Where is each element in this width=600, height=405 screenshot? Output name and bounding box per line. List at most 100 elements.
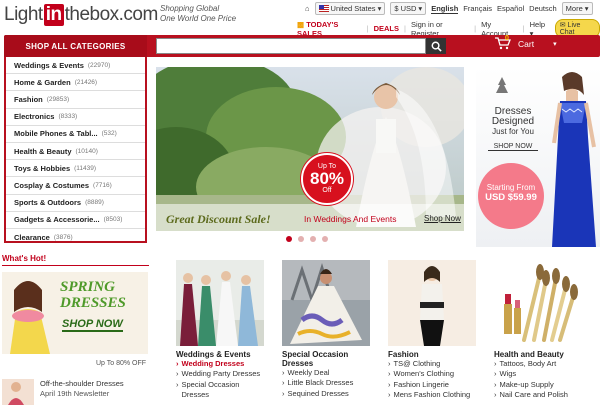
cart-button[interactable]: 0 Cart ▾ — [495, 35, 557, 51]
column-link[interactable]: › Women's Clothing — [388, 369, 476, 379]
bullet: › — [388, 379, 391, 389]
column-link-label: Weekly Deal — [287, 368, 330, 377]
category-item[interactable]: Gadgets & Accessorie... (8503) — [6, 212, 145, 229]
column-title[interactable]: Health and Beauty — [494, 350, 582, 359]
column-title[interactable]: Special Occasion Dresses — [282, 350, 370, 368]
designer-shop-now-link[interactable]: SHOP NOW — [488, 143, 538, 151]
country-select[interactable]: United States ▾ — [314, 2, 386, 15]
column-link-label: Wigs — [499, 369, 517, 379]
category-name: Gadgets & Accessorie... — [14, 215, 100, 225]
column-link[interactable]: › Weekly Deal — [282, 368, 370, 378]
category-menu: Weddings & Events (22970) Home & Garden (21… — [4, 57, 147, 243]
chevron-down-icon: ▾ — [584, 4, 589, 13]
logo-text-light: Light — [4, 4, 43, 25]
category-name: Toys & Hobbies — [14, 163, 71, 173]
price-badge: Starting From USD $59.99 — [478, 163, 544, 229]
tagline-one-world: One World One Price — [160, 14, 237, 23]
banner-headline: Great Discount Sale! — [166, 212, 271, 226]
category-item[interactable]: Fashion (29853) — [6, 91, 145, 109]
column-link-label: Tattoos, Body Art — [499, 359, 557, 368]
column-link[interactable]: › Wedding Party Dresses — [176, 369, 264, 379]
bullet: › — [388, 390, 391, 400]
promo-shop-now[interactable]: SHOP NOW — [62, 318, 123, 332]
category-name: Clearance — [14, 232, 50, 242]
currency-select[interactable]: $ USD ▾ — [390, 2, 427, 15]
lang-deutsch[interactable]: Deutsch — [529, 4, 557, 13]
shop-all-categories-button[interactable]: SHOP ALL CATEGORIES — [4, 35, 147, 57]
column-link-label: Little Black Dresses — [287, 378, 354, 388]
cart-label: Cart — [518, 39, 535, 49]
column-link[interactable]: › Fashion Lingerie — [388, 380, 476, 390]
column-link[interactable]: › Nail Care and Polish — [494, 390, 582, 400]
category-item[interactable]: Home & Garden (21426) — [6, 74, 145, 92]
bridesmaids-photo[interactable] — [176, 260, 264, 346]
gift-icon: ▩ — [297, 19, 305, 29]
spring-dresses-promo[interactable]: SPRING DRESSES SHOP NOW — [2, 272, 148, 354]
column-link[interactable]: › Tattoos, Body Art — [494, 359, 582, 369]
bullet: › — [176, 379, 179, 389]
column-link-label: TS@ Clothing — [393, 359, 441, 368]
category-name: Health & Beauty — [14, 146, 72, 156]
column-link[interactable]: › Mens Fashion Clothing — [388, 390, 476, 400]
price-value: USD $59.99 — [485, 192, 537, 203]
column-link[interactable]: › TS@ Clothing — [388, 359, 476, 369]
site-logo[interactable]: Light in thebox.com — [4, 4, 158, 26]
search-input[interactable] — [156, 38, 426, 54]
bullet: › — [176, 359, 179, 368]
designer-dress-banner[interactable]: Dresses Designed Just for You SHOP NOW S… — [476, 67, 600, 247]
designer-line2: Designed — [491, 116, 535, 127]
lang-espanol[interactable]: Español — [497, 4, 524, 13]
lang-english[interactable]: English — [431, 4, 459, 14]
column-link[interactable]: › Little Black Dresses — [282, 378, 370, 388]
column-link-label: Wedding Dresses — [181, 359, 245, 368]
category-item[interactable]: Sports & Outdoors (8889) — [6, 195, 145, 212]
column-link-label: Make-up Supply — [499, 379, 554, 389]
category-item[interactable]: Mobile Phones & Tabl... (532) — [6, 126, 145, 143]
tagline-shopping-global: Shopping Global — [160, 4, 220, 13]
bullet: › — [494, 390, 497, 400]
help-label: Help — [529, 19, 546, 29]
category-item[interactable]: Clearance (3876) — [6, 229, 145, 246]
category-count: (8333) — [58, 113, 78, 121]
category-name: Mobile Phones & Tabl... — [14, 129, 98, 139]
category-item[interactable]: Health & Beauty (10140) — [6, 143, 145, 161]
newsletter-title[interactable]: Off-the-shoulder Dresses — [40, 379, 124, 388]
makeup-brushes-photo[interactable] — [494, 260, 582, 346]
column-link[interactable]: › Wedding Dresses — [176, 359, 264, 369]
banner-dot-3[interactable] — [310, 236, 316, 242]
column-link[interactable]: › Special Occasion Dresses — [176, 380, 264, 401]
column-special-occasion: Special Occasion Dresses › Weekly Deal › L… — [282, 260, 370, 399]
lang-francais[interactable]: Français — [463, 4, 492, 13]
column-link-label: Special Occasion Dresses — [181, 379, 240, 400]
column-link[interactable]: › Wigs — [494, 369, 582, 379]
cart-count: 0 — [505, 35, 509, 42]
column-link[interactable]: › Sequined Dresses — [282, 389, 370, 399]
chevron-down-icon: ▾ — [418, 4, 423, 13]
banner-dot-1[interactable] — [286, 236, 292, 242]
category-item[interactable]: Toys & Hobbies (11439) — [6, 160, 145, 178]
banner-dot-2[interactable] — [298, 236, 304, 242]
deals-link[interactable]: DEALS — [374, 24, 399, 33]
newsletter-thumbnail[interactable] — [2, 379, 34, 405]
price-starting-label: Starting From — [486, 183, 536, 192]
column-title[interactable]: Weddings & Events — [176, 350, 264, 359]
column-link-label: Mens Fashion Clothing — [393, 390, 471, 400]
column-title[interactable]: Fashion — [388, 350, 476, 359]
more-label: More — [565, 4, 583, 13]
category-item[interactable]: Weddings & Events (22970) — [6, 57, 145, 75]
category-count: (21426) — [74, 78, 98, 86]
printed-dress-photo[interactable] — [282, 260, 370, 346]
chevron-down-icon: ▾ — [553, 41, 557, 48]
banner-shop-now-link[interactable]: Shop Now — [424, 214, 461, 223]
search-button[interactable] — [426, 38, 446, 54]
column-link[interactable]: › Make-up Supply — [494, 380, 582, 390]
more-languages-select[interactable]: More ▾ — [561, 2, 593, 15]
main-promo-banner[interactable]: Up To 80% Off Great Discount Sale! In We… — [156, 67, 464, 231]
column-link-label: Fashion Lingerie — [393, 379, 449, 389]
category-item[interactable]: Cosplay & Costumes (7716) — [6, 177, 145, 195]
banner-dot-4[interactable] — [322, 236, 328, 242]
fashion-model-photo[interactable] — [388, 260, 476, 346]
category-item[interactable]: Electronics (8333) — [6, 109, 145, 126]
banner-pagination — [286, 236, 328, 242]
home-icon[interactable]: ⌂ — [305, 4, 310, 13]
